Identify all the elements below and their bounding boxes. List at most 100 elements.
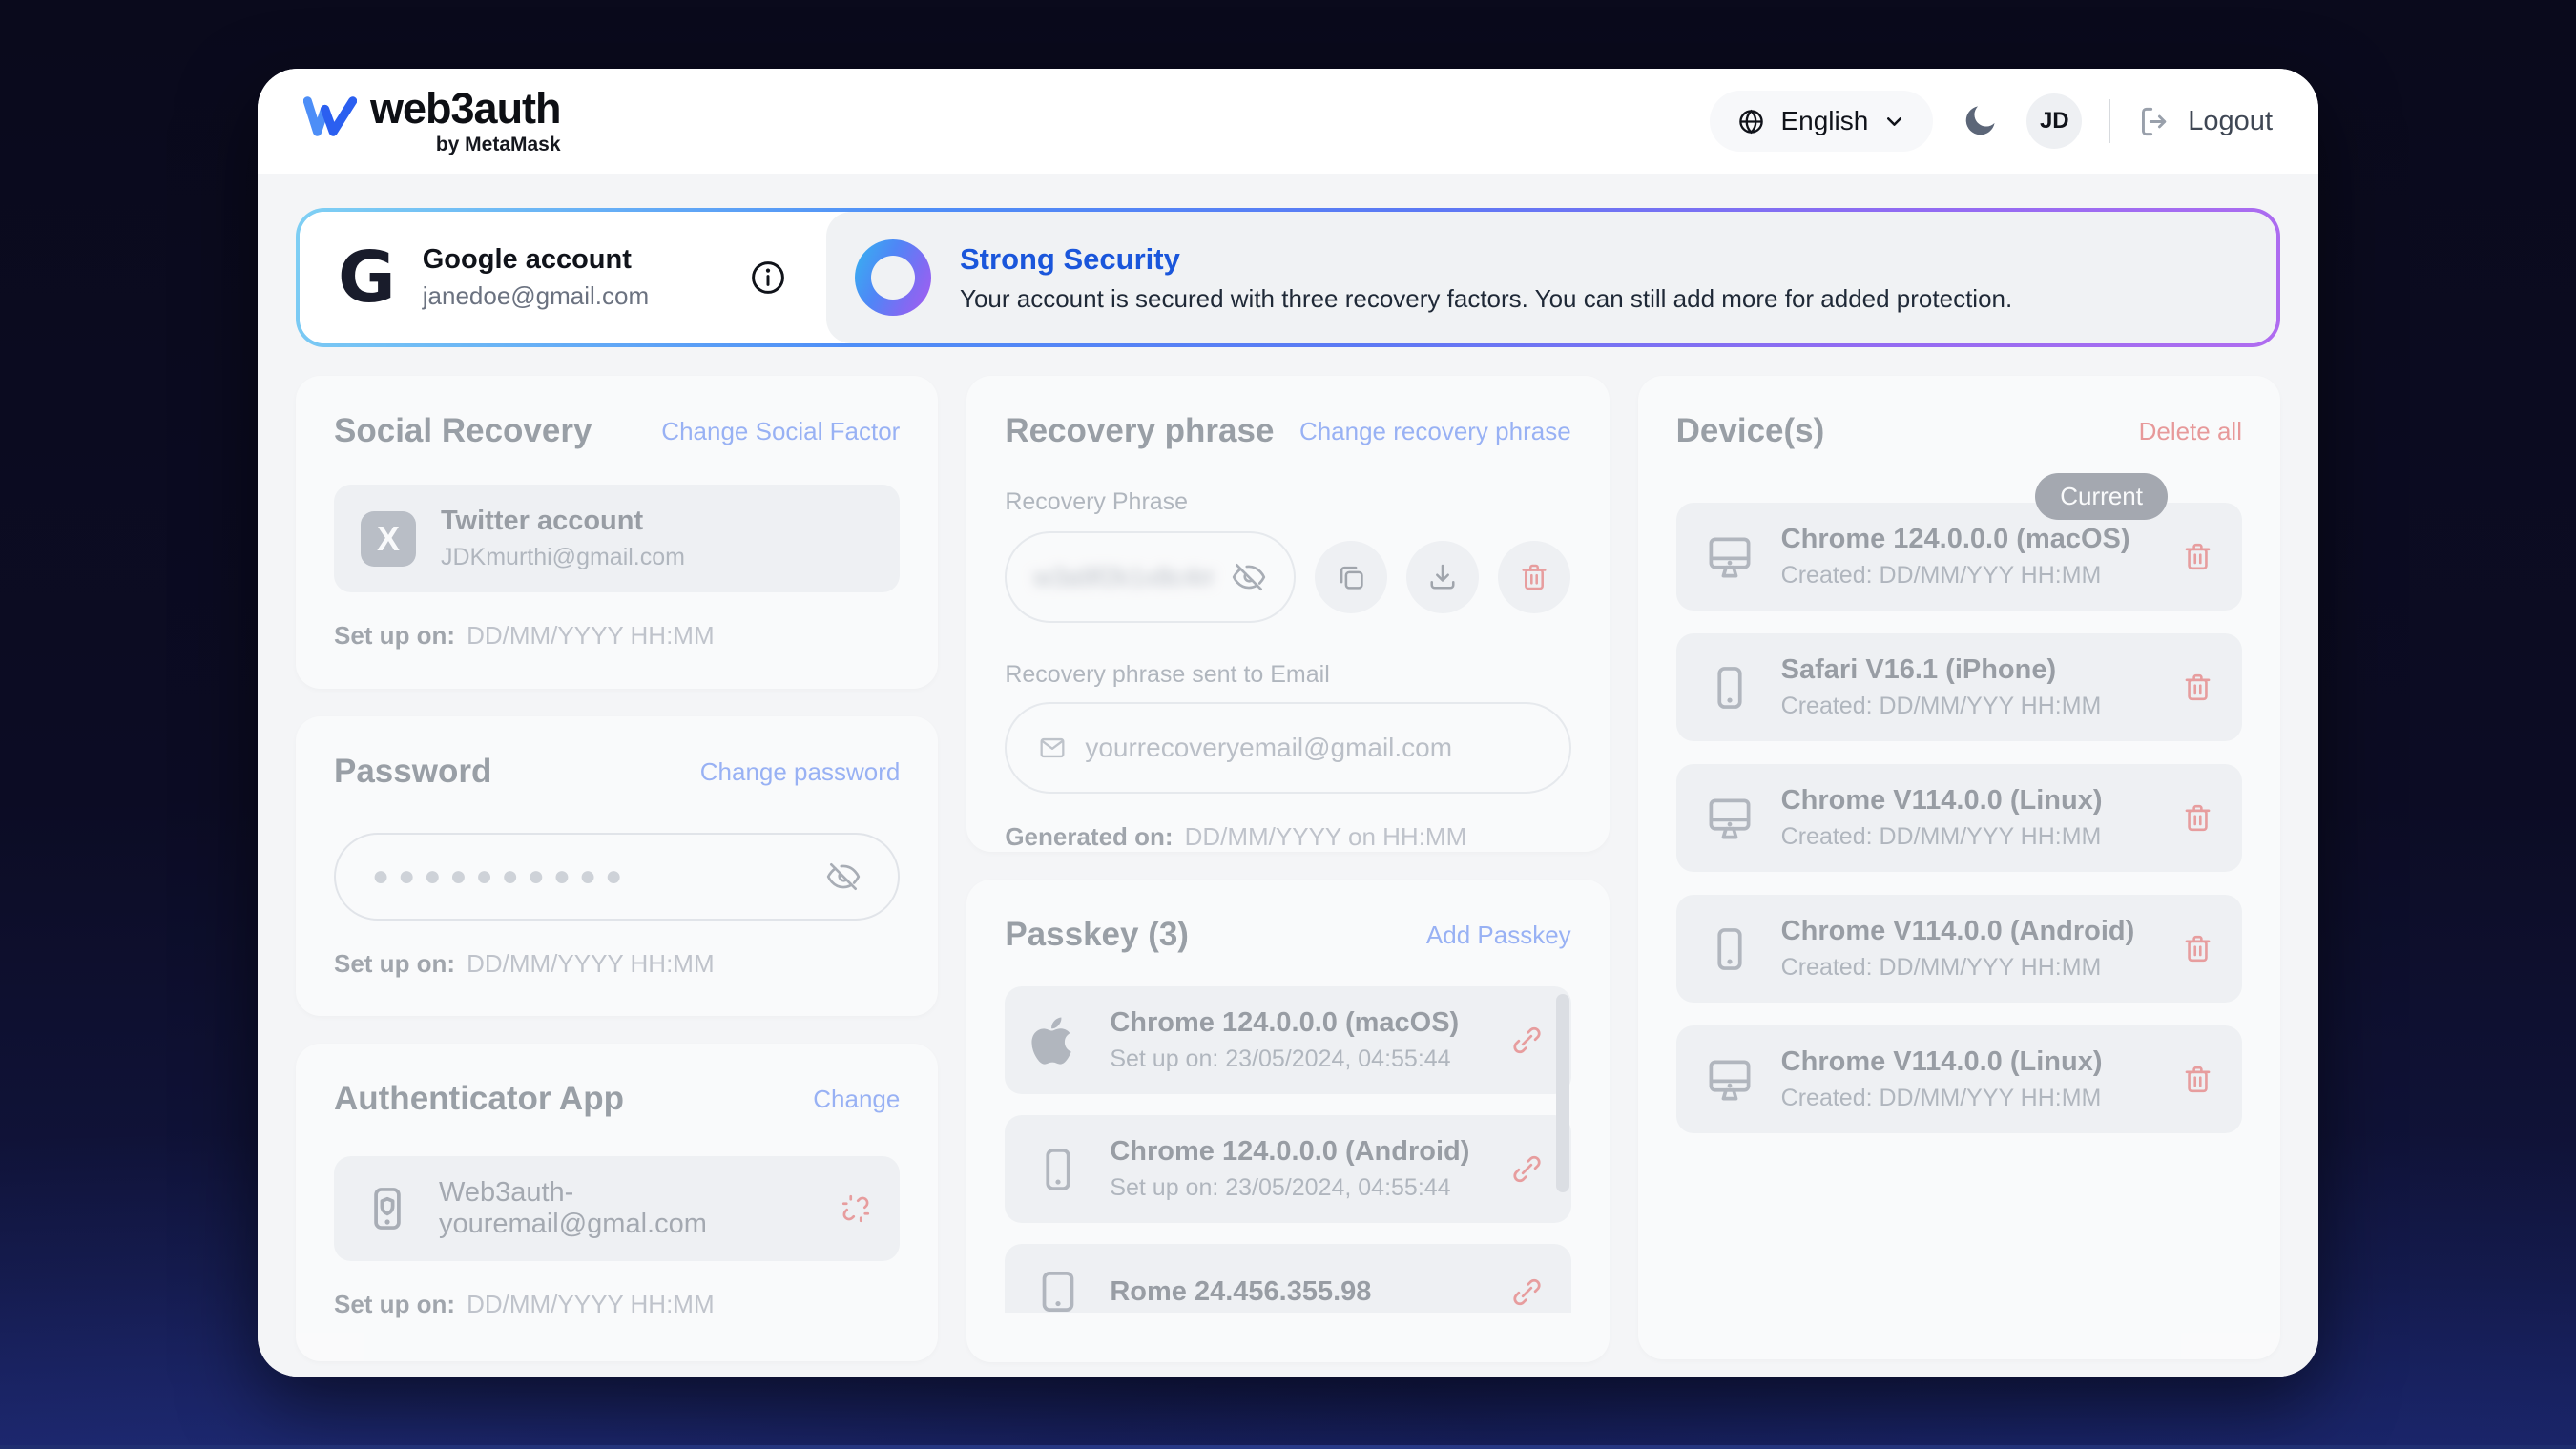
recovery-phrase-blurred-value: w3a9f2k1x8c4m6 [1033,563,1215,592]
delete-device-button[interactable] [2180,931,2215,966]
setup-on-label: Set up on: [334,1290,455,1319]
toggle-phrase-visibility-button[interactable] [1231,559,1267,595]
trash-icon [2180,539,2215,574]
passkey-section: Passkey (3) Add Passkey Chrome 124.0.0.0… [966,880,1609,1362]
chevron-down-icon [1882,110,1906,134]
recovery-email-value: yourrecoveryemail@gmail.com [1085,733,1452,763]
page-background: web3auth by MetaMask English JD [0,0,2576,1449]
google-icon: G [338,242,396,313]
recovery-phrase-input[interactable]: w3a9f2k1x8c4m6 [1005,531,1296,623]
social-account-email: JDKmurthi@gmail.com [441,544,685,571]
trash-icon [2180,800,2215,836]
authenticator-phone-icon [361,1182,414,1235]
setup-on-value: DD/MM/YYYY HH:MM [467,1290,715,1319]
device-name: Chrome V114.0.0 (Linux) [1781,1046,2103,1078]
passkey-link-button[interactable] [1509,1274,1545,1310]
moon-icon [1960,101,2000,141]
logo-wordmark: web3auth [370,87,561,130]
download-icon [1425,560,1460,594]
link-icon [1509,1151,1545,1187]
delete-all-devices-link[interactable]: Delete all [2139,417,2242,446]
setup-on-value: DD/MM/YYYY HH:MM [467,949,715,979]
logo-byline: by MetaMask [436,134,561,156]
social-recovery-section: Social Recovery Change Social Factor X T… [296,376,938,689]
avatar-initials: JD [2040,108,2069,135]
twitter-account-row: X Twitter account JDKmurthi@gmail.com [334,485,900,592]
setup-on-value: DD/MM/YYYY HH:MM [467,621,715,651]
link-icon [1509,1274,1545,1310]
unlink-icon [839,1191,873,1226]
apple-icon [1031,1014,1085,1067]
device-row: Safari V16.1 (iPhone) Created: DD/MM/YYY… [1676,633,2242,741]
section-title: Recovery phrase [1005,412,1274,450]
header-divider [2109,99,2110,143]
toggle-password-visibility-button[interactable] [825,859,862,895]
passkey-meta: Set up on: 23/05/2024, 04:55:44 [1110,1045,1459,1073]
phone-icon [1703,661,1756,714]
device-name: Chrome 124.0.0.0 (macOS) [1781,524,2130,555]
security-level-title: Strong Security [960,242,2012,277]
copy-phrase-button[interactable] [1315,541,1387,613]
device-created: Created: DD/MM/YYY HH:MM [1781,954,2135,982]
phone-icon [1703,922,1756,976]
dark-mode-toggle[interactable] [1960,101,2000,141]
logout-button[interactable]: Logout [2137,104,2273,139]
avatar[interactable]: JD [2026,93,2082,149]
passkey-scrollbar[interactable] [1556,994,1569,1192]
link-icon [1509,1023,1545,1058]
unlink-authenticator-button[interactable] [839,1191,873,1226]
language-label: English [1780,106,1868,136]
trash-icon [2180,931,2215,966]
delete-device-button[interactable] [2180,800,2215,836]
mail-icon [1037,733,1068,763]
change-authenticator-link[interactable]: Change [813,1085,900,1114]
delete-device-button[interactable] [2180,1062,2215,1097]
passkey-row: Rome 24.456.355.98 [1005,1244,1570,1313]
device-created: Created: DD/MM/YYY HH:MM [1781,693,2102,720]
top-bar: web3auth by MetaMask English JD [258,69,2318,174]
device-name: Chrome V114.0.0 (Android) [1781,916,2135,947]
change-password-link[interactable]: Change password [700,757,901,787]
globe-icon [1736,107,1766,136]
phone-icon [1031,1143,1085,1196]
passkey-link-button[interactable] [1509,1023,1545,1058]
section-title: Device(s) [1676,412,1825,450]
add-passkey-link[interactable]: Add Passkey [1426,921,1571,950]
change-social-factor-link[interactable]: Change Social Factor [661,417,900,446]
dashboard-body: G Google account janedoe@gmail.com Stron… [258,174,2318,1377]
devices-section: Device(s) Delete all Current Chrome 124.… [1638,376,2280,1359]
change-recovery-phrase-link[interactable]: Change recovery phrase [1299,417,1571,446]
copy-icon [1334,560,1368,594]
delete-phrase-button[interactable] [1498,541,1570,613]
passkey-name: Chrome 124.0.0.0 (macOS) [1110,1007,1459,1039]
download-phrase-button[interactable] [1406,541,1479,613]
security-level-description: Your account is secured with three recov… [960,284,2012,314]
passkey-row: Chrome 124.0.0.0 (macOS) Set up on: 23/0… [1005,986,1570,1094]
logout-label: Logout [2188,106,2273,137]
x-twitter-icon: X [361,511,416,567]
recovery-email-label: Recovery phrase sent to Email [1005,661,1570,689]
device-created: Created: DD/MM/YYY HH:MM [1781,823,2103,851]
web3auth-w-icon [303,93,357,140]
setup-on-label: Set up on: [334,621,455,651]
trash-icon [2180,670,2215,705]
info-icon[interactable] [748,258,788,298]
passkey-link-button[interactable] [1509,1151,1545,1187]
delete-device-button[interactable] [2180,539,2215,574]
recovery-email-input[interactable]: yourrecoveryemail@gmail.com [1005,702,1570,794]
security-level-panel: Strong Security Your account is secured … [826,212,2276,343]
language-selector[interactable]: English [1710,91,1933,152]
password-input[interactable]: ●●●●●●●●●● [334,833,900,921]
factors-grid: Social Recovery Change Social Factor X T… [296,376,2280,1362]
generated-on-value: DD/MM/YYYY on HH:MM [1185,822,1467,852]
setup-on-label: Set up on: [334,949,455,979]
eye-off-icon [1231,559,1267,595]
section-title: Password [334,753,491,791]
delete-device-button[interactable] [2180,670,2215,705]
device-row: Chrome V114.0.0 (Linux) Created: DD/MM/Y… [1676,764,2242,872]
device-name: Safari V16.1 (iPhone) [1781,654,2102,686]
device-name: Chrome V114.0.0 (Linux) [1781,785,2103,817]
authenticator-account: Web3auth-youremail@gmal.com [439,1177,814,1240]
account-title: Google account [423,244,649,276]
trash-icon [2180,1062,2215,1097]
